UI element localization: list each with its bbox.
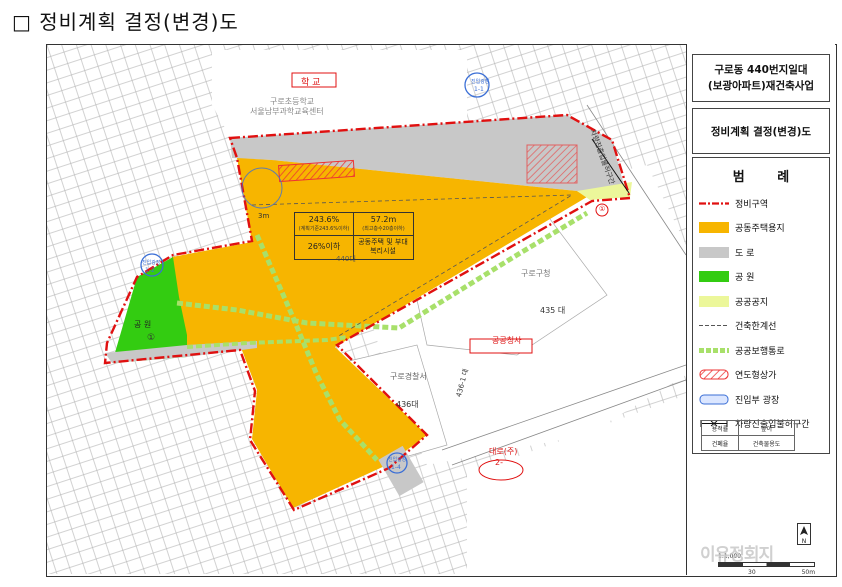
site-info-box: 243.6% (계획기준243.6%이하) 57.2m (최고층수20층이하) … — [294, 212, 414, 260]
setback-distance-label: 3m — [258, 212, 270, 220]
legend-sidebar: 구로동 440번지일대 (보광아파트)재건축사업 정비계획 결정(변경)도 범 … — [686, 44, 835, 575]
school-label-2: 서울남부과학교육센터 — [250, 107, 324, 116]
legend-item-walkway: 공공보행통로 — [693, 338, 829, 363]
legend-label-zone: 정비구역 — [735, 199, 769, 210]
north-arrow-icon: N — [797, 523, 811, 545]
legend-item-facade: 연도형상가 — [693, 363, 829, 388]
watermark-logo: 이유정회지 — [700, 545, 774, 565]
legend-item-park: 공 원 — [693, 265, 829, 290]
legend-label-housing: 공동주택용지 — [735, 224, 785, 235]
legend-label-walkway: 공공보행통로 — [735, 346, 785, 357]
park-tag: 공 원 — [134, 320, 152, 329]
svg-text:N: N — [802, 538, 807, 545]
legend-label-road: 도 로 — [735, 248, 755, 259]
gov-area-label: 구로구청 — [521, 269, 551, 278]
plaza-1-number: 1-1 — [474, 86, 484, 93]
open-space-swatch — [699, 295, 729, 307]
note-bcr: 건폐율 — [700, 435, 740, 451]
park-swatch — [699, 271, 729, 283]
height-value: 57.2m — [370, 215, 397, 224]
bcr-value: 26%이하 — [307, 242, 341, 251]
note-height: 높이 — [738, 420, 795, 436]
legend-label-open: 공공공지 — [735, 297, 769, 308]
legend-title: 범 례 — [732, 170, 804, 185]
facade-swatch — [699, 369, 729, 380]
page-title: □ 정비계획 결정(변경)도 — [12, 10, 239, 34]
legend-item-zone: 정비구역 — [693, 191, 829, 216]
road-tag: 대로(주) — [489, 447, 518, 456]
lot-435-label: 435 대 — [540, 306, 566, 315]
gov-tag: 공공청사 — [492, 336, 522, 345]
project-title-line2: (보광아파트)재건축사업 — [707, 80, 815, 92]
plaza-3-number: 1-4 — [391, 464, 401, 471]
plan-subtitle: 정비계획 결정(변경)도 — [710, 125, 812, 138]
lot-436-label: 436대 — [396, 400, 419, 409]
scale-30: 30 — [748, 569, 756, 576]
legend-label-park: 공 원 — [735, 273, 755, 284]
project-title-box: 구로동 440번지일대 (보광아파트)재건축사업 — [692, 54, 830, 102]
legend-item-open: 공공공지 — [693, 289, 829, 314]
facade-commercial-east — [526, 144, 578, 184]
legend-box: 범 례 정비구역 공동주택용지 도 로 공 원 공공공지 건축한계선 공공보행통… — [692, 157, 830, 454]
plaza-1-label: 진입광장 — [471, 79, 490, 85]
site-plan-map — [47, 45, 686, 574]
walkway-swatch — [699, 345, 729, 356]
subtitle-box: 정비계획 결정(변경)도 — [692, 108, 830, 154]
project-title-line1: 구로동 440번지일대 — [714, 64, 808, 76]
far-value: 243.6% — [308, 215, 340, 224]
housing-swatch — [699, 222, 729, 234]
police-label: 구로경찰서 — [390, 372, 427, 381]
legend-item-setback: 건축한계선 — [693, 314, 829, 339]
open-space-number: ① — [599, 205, 606, 213]
far-note: (계획기준243.6%이하) — [298, 226, 350, 232]
plaza-3-label: 진입광장 — [388, 457, 407, 463]
zone-swatch — [699, 198, 729, 209]
setback-swatch — [699, 320, 729, 331]
note-table: 용적률 높이 건폐율 건축물용도 — [700, 420, 795, 451]
plaza-swatch — [699, 394, 729, 405]
road-swatch — [699, 246, 729, 258]
building-use: 공동주택 및 부대복리시설 — [358, 238, 408, 255]
note-far: 용적률 — [700, 420, 740, 436]
road-number: 2- — [495, 458, 503, 467]
plaza-2-number: 1-2 — [145, 267, 155, 274]
legend-label-plaza: 진입부 광장 — [735, 395, 780, 406]
height-note: (최고층수20층이하) — [362, 226, 405, 232]
legend-item-housing: 공동주택용지 — [693, 216, 829, 241]
park-number: ① — [147, 333, 156, 343]
scale-50: 50m — [801, 569, 816, 576]
legend-label-facade: 연도형상가 — [735, 371, 777, 382]
legend-item-plaza: 진입부 광장 — [693, 387, 829, 412]
legend-item-road: 도 로 — [693, 240, 829, 265]
legend-label-setback: 건축한계선 — [735, 322, 777, 333]
school-tag: 학 교 — [301, 78, 321, 88]
note-use: 건축물용도 — [738, 435, 795, 451]
plaza-2-label: 진입광장 — [142, 260, 161, 266]
